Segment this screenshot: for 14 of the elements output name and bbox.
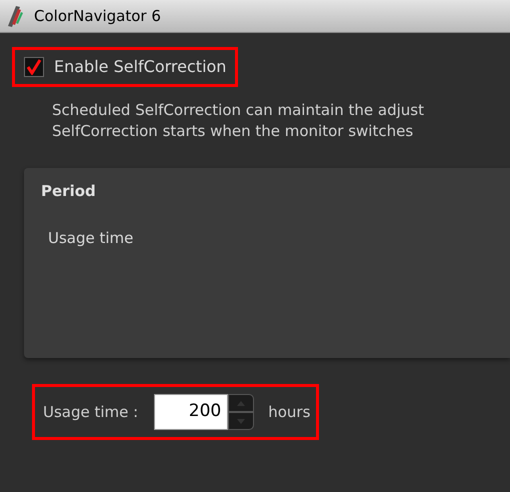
checkbox-label: Enable SelfCorrection bbox=[54, 56, 226, 78]
description-text: Scheduled SelfCorrection can maintain the adjust bbox=[52, 101, 425, 120]
unit-label: hours bbox=[268, 402, 310, 423]
period-option: Usage time bbox=[41, 226, 510, 249]
panel-title: Period bbox=[41, 181, 97, 202]
usage-spinbox[interactable]: 200 bbox=[154, 394, 254, 430]
decrement-button[interactable] bbox=[228, 412, 254, 430]
usage-label: Usage time : bbox=[43, 402, 138, 423]
checkmark-icon bbox=[26, 59, 42, 75]
usage-value[interactable]: 200 bbox=[154, 394, 228, 430]
increment-button[interactable] bbox=[228, 394, 254, 412]
description-text: SelfCorrection starts when the monitor switches bbox=[52, 122, 414, 141]
enable-checkbox[interactable] bbox=[24, 57, 44, 77]
window-title: ColorNavigator 6 bbox=[34, 6, 161, 27]
